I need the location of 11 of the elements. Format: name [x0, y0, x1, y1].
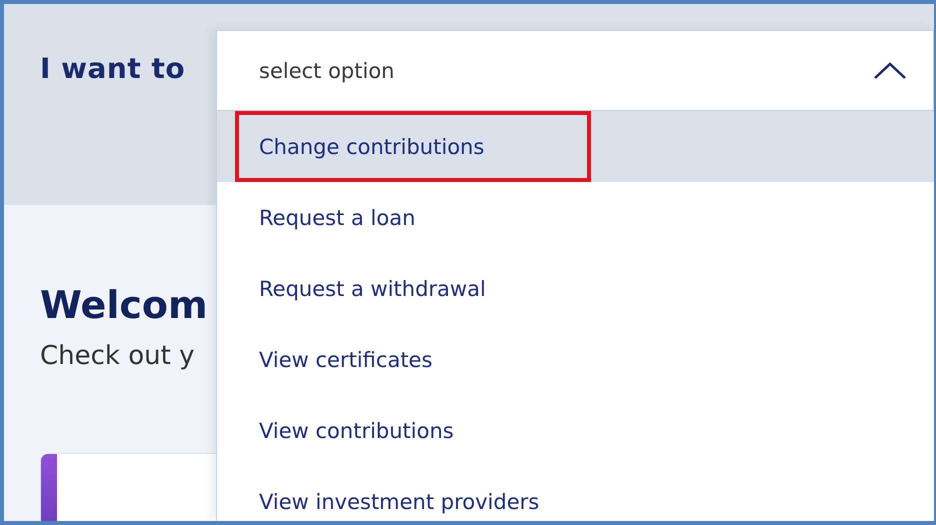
dropdown-option[interactable]: View contributions	[217, 395, 934, 466]
welcome-title: Welcom	[40, 283, 208, 327]
dropdown-option[interactable]: View certificates	[217, 324, 934, 395]
welcome-subtitle: Check out y	[40, 341, 194, 371]
chevron-icon	[873, 62, 907, 80]
dropdown-option[interactable]: Request a loan	[217, 182, 934, 253]
dropdown-option[interactable]: Change contributions	[217, 111, 934, 182]
heading: I want to	[40, 52, 186, 85]
select-field[interactable]: select option	[216, 30, 934, 111]
dropdown-option[interactable]: View investment providers	[217, 466, 934, 521]
dropdown-option[interactable]: Request a withdrawal	[217, 253, 934, 324]
